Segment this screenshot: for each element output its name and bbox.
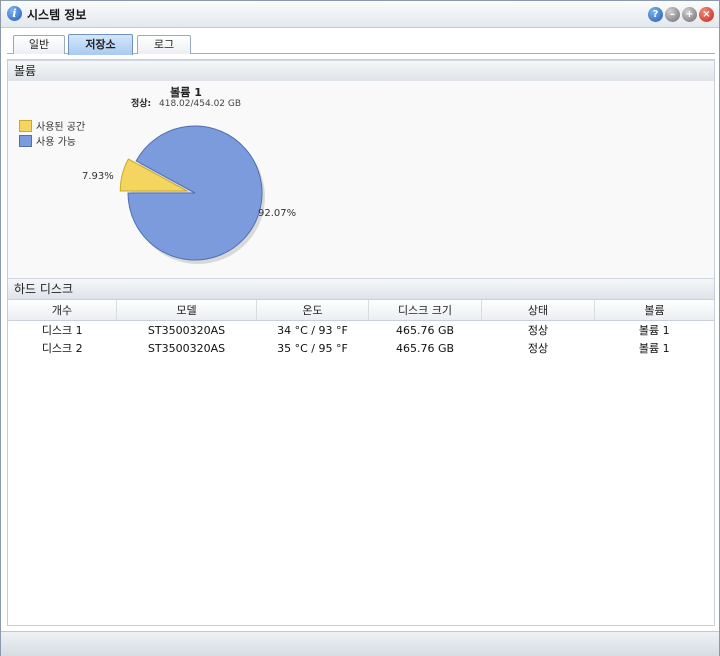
- col-count[interactable]: 개수: [8, 300, 117, 321]
- disk-name: 디스크 1: [41, 324, 83, 337]
- pie-label-used: 7.93%: [82, 171, 114, 182]
- volume-status-label: 정상:: [131, 97, 151, 109]
- table-row[interactable]: 디스크 2 ST3500320AS 35 °C / 95 °F 465.76 G…: [8, 339, 714, 357]
- disk-section-header: 하드 디스크: [8, 278, 714, 300]
- disk-table: 개수 모델 온도 디스크 크기 상태 볼륨 디스크 1 ST3500320AS …: [8, 300, 714, 357]
- pie-label-free: 92.07%: [258, 208, 296, 219]
- window-title: 시스템 정보: [27, 8, 87, 22]
- disk-model: ST3500320AS: [147, 341, 226, 355]
- col-model[interactable]: 모델: [116, 300, 257, 321]
- system-info-window: i 시스템 정보 ? – + × 일반 저장소 로그 볼륨 사용된 공간 사용 …: [0, 0, 720, 656]
- status-bar: [1, 631, 719, 656]
- disk-status: 정상: [527, 324, 549, 337]
- col-status[interactable]: 상태: [481, 300, 595, 321]
- disk-table-header: 개수 모델 온도 디스크 크기 상태 볼륨: [8, 300, 714, 321]
- volume-section-title: 볼륨: [14, 64, 37, 78]
- volume-status-value: 418.02/454.02 GB: [159, 99, 241, 109]
- minimize-icon[interactable]: –: [665, 7, 680, 22]
- chart-title: 볼륨 1: [170, 86, 202, 99]
- storage-panel: 볼륨 사용된 공간 사용 가능 볼륨 1 정상: 418.02/454.02 G…: [7, 59, 715, 626]
- title-bar: i 시스템 정보 ? – + ×: [1, 1, 719, 28]
- help-icon[interactable]: ?: [648, 7, 663, 22]
- disk-volume: 볼륨 1: [638, 342, 670, 355]
- disk-size: 465.76 GB: [395, 341, 455, 355]
- tab-log[interactable]: 로그: [137, 35, 191, 54]
- disk-model: ST3500320AS: [147, 323, 226, 337]
- col-volume[interactable]: 볼륨: [594, 300, 714, 321]
- disk-section-title: 하드 디스크: [14, 282, 74, 296]
- close-icon[interactable]: ×: [699, 7, 714, 22]
- col-disk-size[interactable]: 디스크 크기: [368, 300, 482, 321]
- volume-pie-chart: 볼륨 1 정상: 418.02/454.02 GB 7.93% 92.07%: [82, 86, 296, 264]
- volume-chart-area: 사용된 공간 사용 가능 볼륨 1 정상: 418.02/454.02 GB 7…: [8, 81, 714, 278]
- tab-storage[interactable]: 저장소: [68, 34, 133, 55]
- tab-general[interactable]: 일반: [13, 35, 65, 54]
- col-temperature[interactable]: 온도: [256, 300, 369, 321]
- pie-slice-free: [127, 125, 263, 261]
- table-row[interactable]: 디스크 1 ST3500320AS 34 °C / 93 °F 465.76 G…: [8, 321, 714, 340]
- disk-status: 정상: [527, 342, 549, 355]
- maximize-icon[interactable]: +: [682, 7, 697, 22]
- disk-name: 디스크 2: [41, 342, 83, 355]
- disk-size: 465.76 GB: [395, 323, 455, 337]
- disk-volume: 볼륨 1: [638, 324, 670, 337]
- info-icon: i: [7, 6, 22, 21]
- disk-temperature: 34 °C / 93 °F: [277, 323, 348, 337]
- disk-temperature: 35 °C / 95 °F: [277, 341, 348, 355]
- volume-section-header: 볼륨: [8, 60, 714, 82]
